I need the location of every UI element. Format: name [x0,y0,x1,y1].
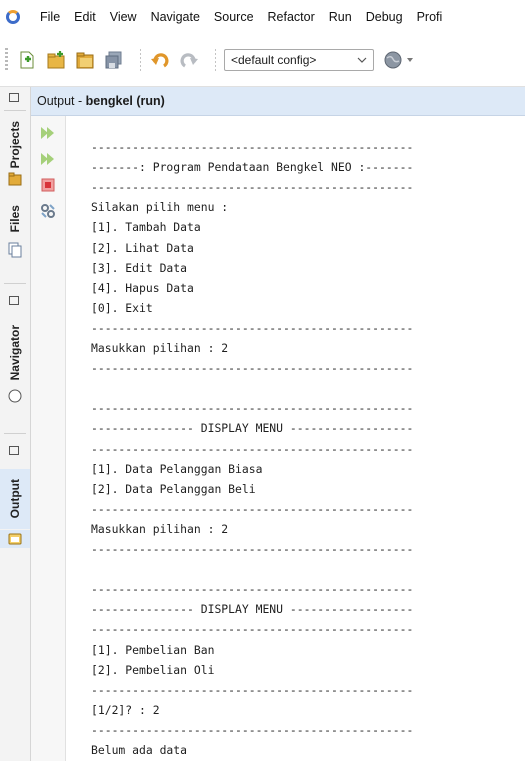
console-line: Silakan pilih menu : [91,200,229,214]
console-line: ----------------------------------------… [91,321,414,335]
divider [4,110,26,111]
toolbar-separator [215,49,216,71]
menu-file[interactable]: File [33,10,67,24]
output-title-prefix: Output - [37,94,86,108]
console-line: Belum ada data [91,743,188,757]
console-line: [3]. Edit Data [91,261,188,275]
configuration-select[interactable]: <default config> [224,49,374,71]
menu-debug[interactable]: Debug [359,10,410,24]
tab-projects-label: Projects [8,121,22,169]
console-line: ----------------------------------------… [91,361,414,375]
navigator-icon [0,387,30,405]
settings-icon[interactable] [39,202,57,220]
toolbar-separator [140,49,141,71]
restore-window-icon[interactable] [9,296,19,305]
console-line: [2]. Pembelian Oli [91,663,215,677]
restore-window-icon[interactable] [9,93,19,102]
output-panel-header[interactable]: Output - bengkel (run) [31,87,525,116]
netbeans-logo-icon [6,10,20,24]
console-line: ----------------------------------------… [91,723,414,737]
rerun-with-options-icon[interactable] [39,150,57,168]
rerun-icon[interactable] [39,124,57,142]
console-line: [1]. Data Pelanggan Biasa [91,462,263,476]
menu-navigate[interactable]: Navigate [144,10,207,24]
toolbar: <default config> [0,34,525,87]
console-line: Masukkan pilihan : 2 [91,522,229,536]
globe-icon[interactable] [382,49,404,71]
console-line: ----------------------------------------… [91,180,414,194]
divider [4,283,26,284]
console-output[interactable]: ----------------------------------------… [66,116,525,761]
side-tab-bar: Projects Files Navigator Output [0,87,31,761]
menu-refactor[interactable]: Refactor [261,10,322,24]
tab-navigator[interactable]: Navigator [0,321,30,385]
console-line: [2]. Lihat Data [91,241,194,255]
console-line: Masukkan pilihan : 2 [91,341,229,355]
open-project-icon[interactable] [74,49,96,71]
menu-bar: File Edit View Navigate Source Refactor … [0,0,525,34]
console-line: ----------------------------------------… [91,622,414,636]
output-actions [31,116,66,761]
projects-icon [0,171,30,187]
restore-window-icon[interactable] [9,446,19,455]
console-line: ----------------------------------------… [91,140,414,154]
toolbar-grip[interactable] [5,48,8,72]
divider [4,433,26,434]
tab-output-label: Output [8,479,22,519]
console-line: [0]. Exit [91,301,153,315]
globe-dropdown-icon[interactable] [407,58,413,62]
tab-files[interactable]: Files [0,199,30,239]
configuration-select-value: <default config> [231,53,317,67]
undo-icon[interactable] [149,49,171,71]
tab-output[interactable]: Output [0,469,30,529]
console-line: --------------- DISPLAY MENU -----------… [91,602,414,616]
console-line: --------------- DISPLAY MENU -----------… [91,421,414,435]
new-file-icon[interactable] [16,49,38,71]
new-project-icon[interactable] [45,49,67,71]
console-line: [1]. Pembelian Ban [91,643,215,657]
output-title-run: bengkel (run) [85,94,165,108]
menu-source[interactable]: Source [207,10,261,24]
console-line: ----------------------------------------… [91,502,414,516]
console-line: [1/2]? : 2 [91,703,160,717]
tab-projects[interactable]: Projects [0,120,30,170]
console-line: ----------------------------------------… [91,683,414,697]
console-line: ----------------------------------------… [91,582,414,596]
console-line: [1]. Tambah Data [91,220,201,234]
console-line: -------: Program Pendataan Bengkel NEO :… [91,160,414,174]
output-panel-title: Output - bengkel (run) [37,94,165,108]
console-line: [2]. Data Pelanggan Beli [91,482,256,496]
files-icon [0,241,30,259]
menu-edit[interactable]: Edit [67,10,103,24]
menu-run[interactable]: Run [322,10,359,24]
console-line: [4]. Hapus Data [91,281,194,295]
menu-view[interactable]: View [103,10,144,24]
output-icon [0,530,30,548]
console-line: ----------------------------------------… [91,542,414,556]
save-all-icon[interactable] [103,49,125,71]
console-line: ----------------------------------------… [91,442,414,456]
redo-icon[interactable] [178,49,200,71]
chevron-down-icon [357,57,367,63]
tab-files-label: Files [8,205,22,233]
menu-profile[interactable]: Profi [410,10,450,24]
console-line: ----------------------------------------… [91,401,414,415]
stop-icon[interactable] [39,176,57,194]
tab-navigator-label: Navigator [8,325,22,381]
